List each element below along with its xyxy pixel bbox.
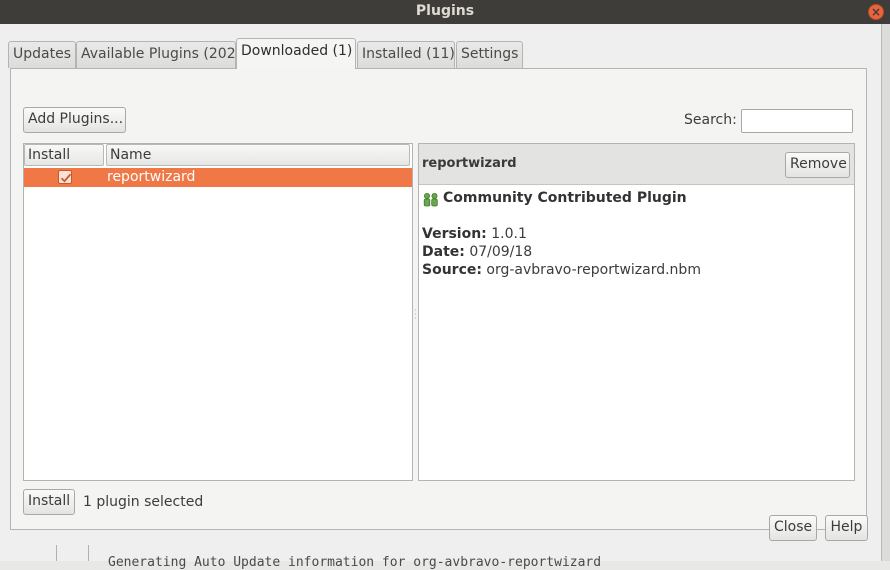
- tab-downloaded[interactable]: Downloaded (1): [236, 38, 356, 69]
- window-title: Plugins: [415, 3, 475, 19]
- help-label: Help: [830, 519, 863, 535]
- add-plugins-label: Add Plugins...: [28, 111, 124, 127]
- plugins-dialog: Updates Available Plugins (202) Download…: [0, 24, 882, 561]
- checkbox-checked-icon: [60, 173, 72, 183]
- table-row[interactable]: reportwizard: [24, 168, 412, 187]
- tab-settings[interactable]: Settings: [456, 41, 523, 68]
- help-button[interactable]: Help: [825, 515, 868, 541]
- date-label: Date:: [422, 244, 465, 260]
- close-button[interactable]: Close: [769, 515, 817, 541]
- tab-updates[interactable]: Updates: [8, 41, 76, 68]
- source-value: org-avbravo-reportwizard.nbm: [486, 262, 701, 278]
- plugin-list: Install Name reportwizard: [23, 143, 413, 481]
- downloaded-panel: Add Plugins... Search: Install Name repo…: [10, 68, 867, 530]
- window-titlebar: Plugins ×: [0, 0, 890, 24]
- close-icon: ×: [870, 5, 882, 19]
- remove-label: Remove: [790, 156, 847, 172]
- background-divider: [88, 545, 89, 561]
- column-header-name[interactable]: Name: [106, 144, 410, 166]
- version-value: 1.0.1: [491, 226, 527, 242]
- install-checkbox[interactable]: [58, 170, 72, 184]
- plugin-name-cell: reportwizard: [107, 169, 196, 185]
- detail-header: reportwizard Remove: [419, 144, 854, 185]
- search-label: Search:: [684, 112, 737, 128]
- source-label: Source:: [422, 262, 482, 278]
- source-row: Source: org-avbravo-reportwizard.nbm: [422, 262, 701, 278]
- column-header-install[interactable]: Install: [24, 144, 104, 166]
- date-row: Date: 07/09/18: [422, 244, 532, 260]
- people-icon: [423, 193, 438, 207]
- selection-status: 1 plugin selected: [83, 494, 204, 510]
- community-heading-row: Community Contributed Plugin: [422, 190, 687, 207]
- tab-installed[interactable]: Installed (11): [357, 41, 455, 68]
- version-row: Version: 1.0.1: [422, 226, 527, 242]
- search-input[interactable]: [741, 109, 853, 133]
- add-plugins-button[interactable]: Add Plugins...: [23, 107, 126, 133]
- install-label: Install: [28, 493, 71, 509]
- background-log-output: Generating Auto Update information for o…: [108, 555, 602, 570]
- close-label: Close: [774, 519, 813, 535]
- version-label: Version:: [422, 226, 487, 242]
- date-value: 07/09/18: [469, 244, 533, 260]
- plugin-detail-pane: reportwizard Remove Community Contribute…: [418, 143, 855, 481]
- close-window-button[interactable]: ×: [868, 4, 884, 20]
- background-divider: [56, 545, 57, 561]
- tab-available-plugins[interactable]: Available Plugins (202): [76, 41, 241, 68]
- detail-title: reportwizard: [422, 156, 517, 171]
- remove-button[interactable]: Remove: [785, 152, 850, 178]
- install-button[interactable]: Install: [23, 489, 75, 515]
- community-heading: Community Contributed Plugin: [443, 190, 687, 206]
- background-window-edge: [882, 24, 890, 561]
